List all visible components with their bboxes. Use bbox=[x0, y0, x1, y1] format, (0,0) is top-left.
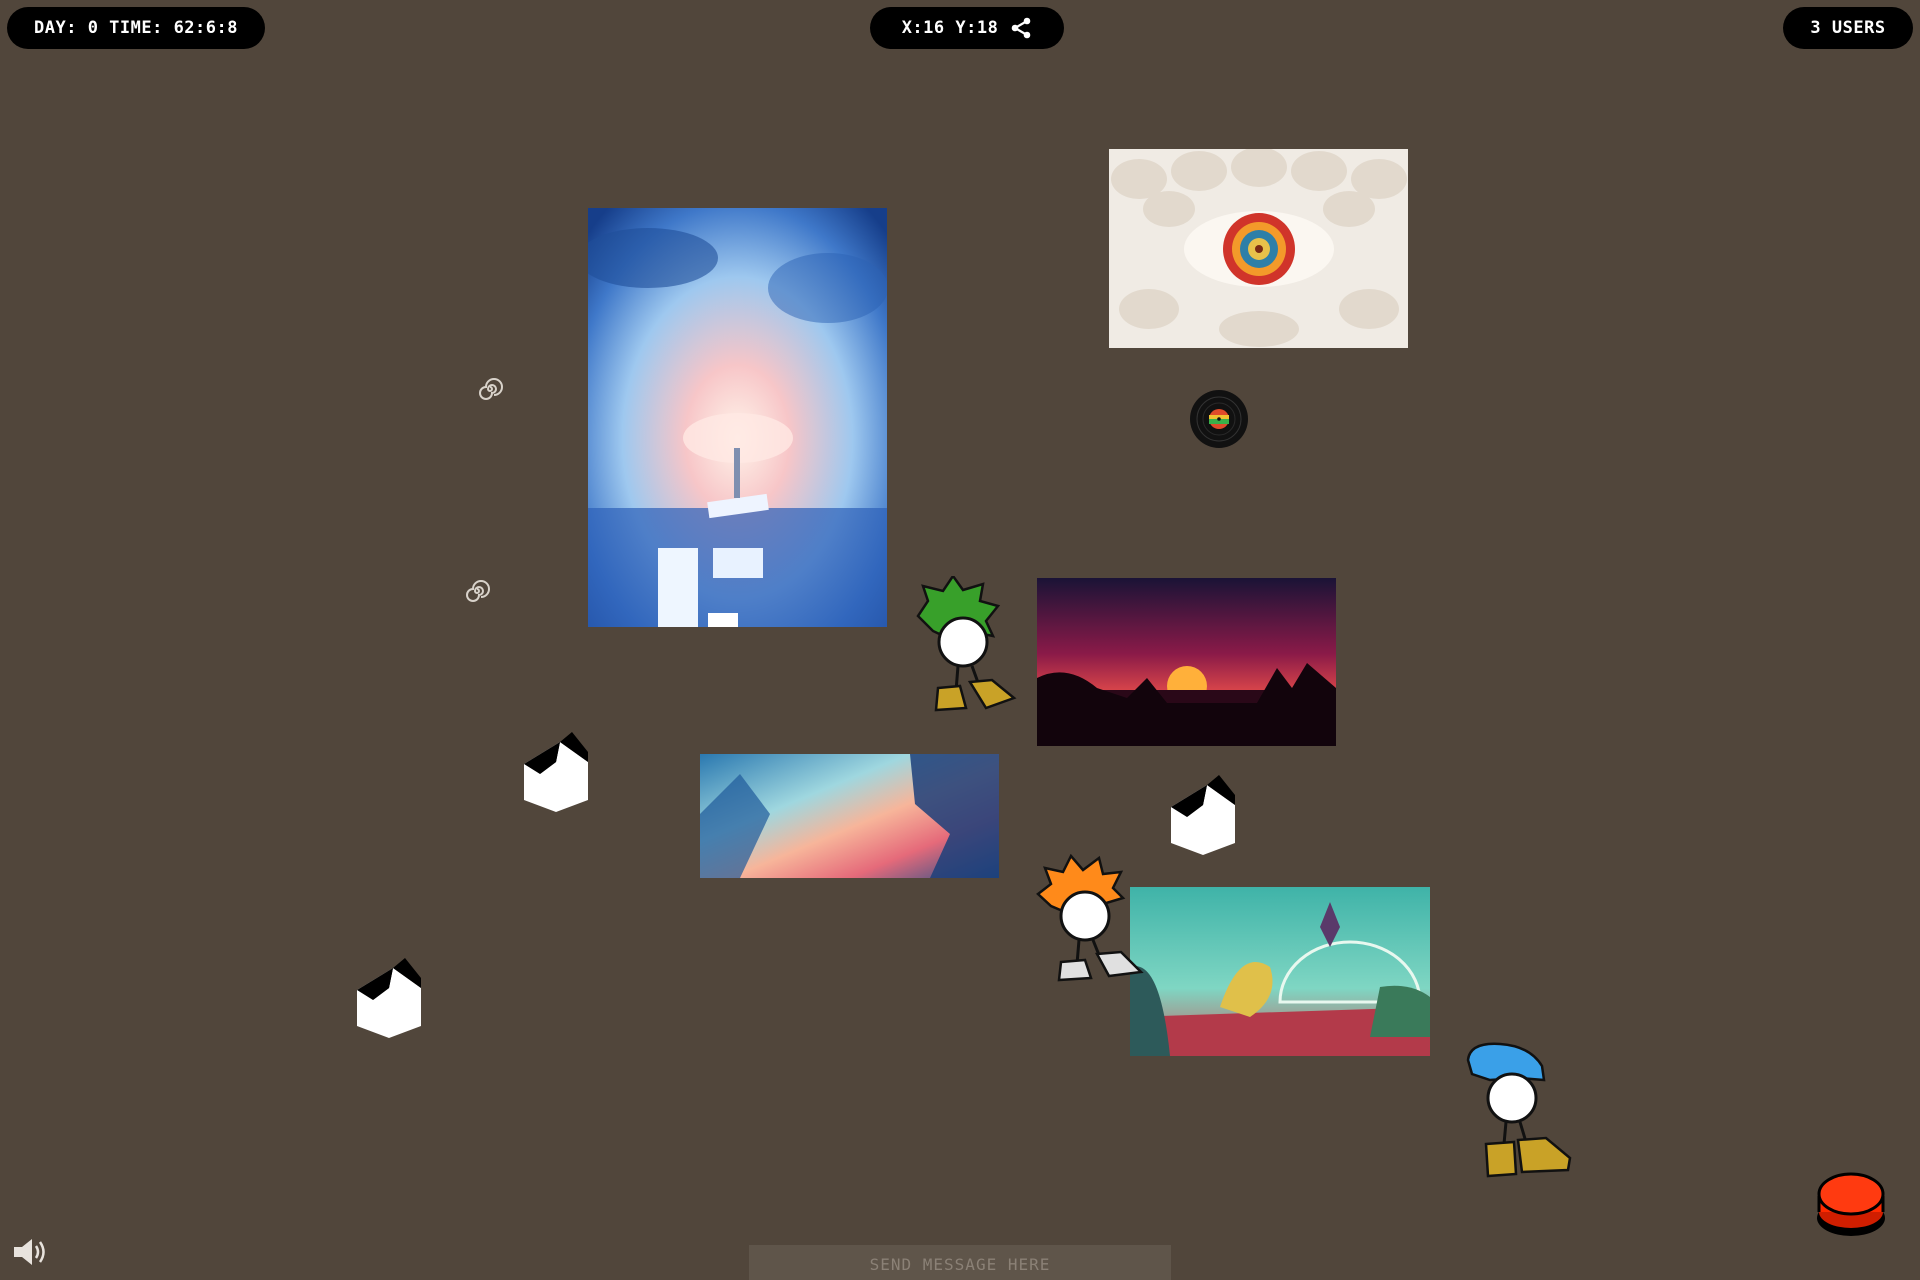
avatar-orange-hair[interactable] bbox=[1033, 854, 1145, 994]
vinyl-record-icon[interactable] bbox=[1189, 389, 1249, 449]
day-time-display: DAY: 0 TIME: 62:6:8 bbox=[7, 7, 265, 49]
avatar-blue-cap[interactable] bbox=[1460, 1040, 1574, 1180]
user-count-text: 3 USERS bbox=[1810, 18, 1886, 38]
share-icon bbox=[1012, 17, 1031, 39]
artwork-alien-landscape[interactable] bbox=[1130, 887, 1430, 1056]
house-icon[interactable] bbox=[520, 730, 592, 812]
spiral-icon[interactable] bbox=[464, 578, 490, 604]
artwork-sunset[interactable] bbox=[1037, 578, 1336, 746]
house-icon[interactable] bbox=[1167, 773, 1239, 855]
house-icon[interactable] bbox=[353, 956, 425, 1038]
spiral-icon[interactable] bbox=[477, 376, 503, 402]
coordinates-text: X:16 Y:18 bbox=[901, 18, 999, 38]
day-time-text: DAY: 0 TIME: 62:6:8 bbox=[34, 18, 238, 38]
coordinate-share-button[interactable]: X:16 Y:18 bbox=[870, 7, 1064, 49]
avatar-green-hair[interactable] bbox=[908, 576, 1018, 716]
user-count-display: 3 USERS bbox=[1783, 7, 1913, 49]
artwork-dragon-eye[interactable] bbox=[1109, 149, 1408, 348]
red-button-icon[interactable] bbox=[1813, 1166, 1889, 1242]
send-message-input[interactable] bbox=[749, 1245, 1171, 1280]
artwork-abstract-clouds[interactable] bbox=[700, 754, 999, 878]
speaker-icon[interactable] bbox=[12, 1236, 50, 1268]
artwork-anime-sky[interactable] bbox=[588, 208, 887, 627]
